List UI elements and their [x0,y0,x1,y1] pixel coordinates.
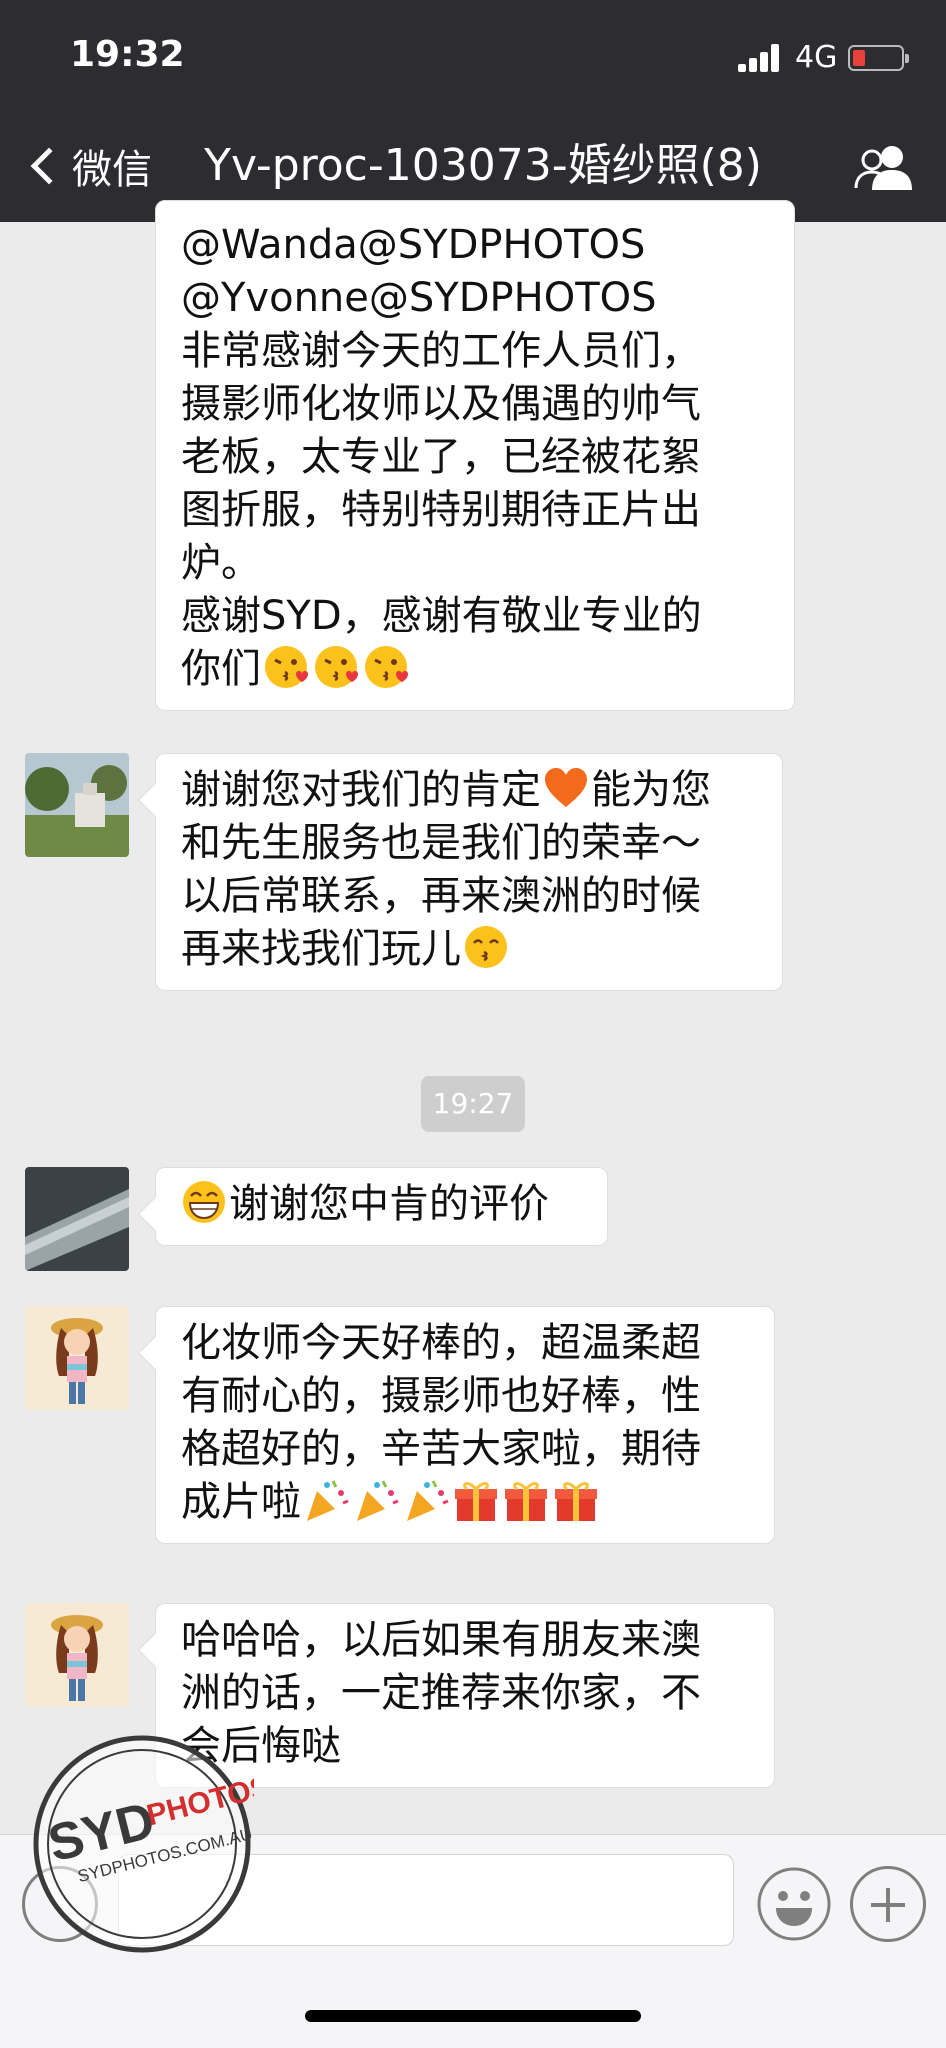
cartoon-girl-avatar [25,1306,129,1410]
network-type: 4G [795,40,838,75]
card-photo-avatar [25,1167,129,1271]
people-icon[interactable] [852,144,916,190]
message-line: @Wanda@SYDPHOTOS [181,222,646,268]
watermark-logo: SYD PHOTOS SYDPHOTOS.COM.AU [33,1735,254,1953]
chat-title: Yv-proc-103073-婚纱照(8) [204,140,762,191]
orange-heart-emoji-icon [545,768,587,807]
party-popper-emoji-icon [357,1480,399,1521]
message-line: 洲的话，一定推荐来你家，不 [181,1670,701,1716]
message-line: 有耐心的，摄影师也好棒，性 [181,1373,701,1419]
kiss-heart-emoji-icon [365,646,408,688]
status-time: 19:32 [70,34,185,75]
message-line: 和先生服务也是我们的荣幸～ [181,820,701,866]
message-line: 谢谢您中肯的评价 [229,1181,549,1227]
message-line: 炉。 [181,540,261,586]
kiss-heart-emoji-icon [265,646,308,688]
message-line: 摄影师化妆师以及偶遇的帅气 [181,381,701,427]
message-line: 格超好的，辛苦大家啦，期待 [181,1426,701,1472]
message-line: 以后常联系，再来澳洲的时候 [181,873,701,919]
party-popper-emoji-icon [307,1480,349,1521]
timestamp: 19:27 [421,1076,525,1132]
avatar[interactable] [25,1603,129,1707]
message-line: 感谢SYD，感谢有敬业专业的 [181,593,702,639]
emoji-button-icon[interactable] [756,1866,832,1942]
message-bubble[interactable]: 谢谢您中肯的评价 [138,1167,608,1246]
plus-button-icon[interactable] [850,1866,926,1942]
avatar[interactable] [25,1306,129,1410]
message-line: 再来找我们玩儿 [181,926,461,972]
message-line: 化妆师今天好棒的，超温柔超 [181,1320,701,1366]
message-bubble[interactable]: 化妆师今天好棒的，超温柔超 有耐心的，摄影师也好棒，性 格超好的，辛苦大家啦，期… [138,1306,775,1544]
message-line: 非常感谢今天的工作人员们， [181,328,701,374]
message-line: 谢谢您对我们的肯定 [181,767,541,813]
cartoon-girl-avatar [25,1603,129,1707]
signal-icon [738,44,780,72]
kissing-emoji-icon [465,926,507,968]
grin-emoji-icon [183,1181,225,1223]
message-line: 哈哈哈，以后如果有朋友来澳 [181,1617,701,1663]
home-indicator [305,2010,641,2022]
gift-emoji-icon [455,1482,497,1521]
garden-photo-avatar [25,753,129,857]
message-bubble[interactable]: 谢谢您对我们的肯定 能为您 和先生服务也是我们的荣幸～ 以后常联系，再来澳洲的时候… [138,753,783,991]
message-line: 能为您 [591,767,711,813]
message-line: @Yvonne@SYDPHOTOS [181,275,657,321]
message-line: 成片啦 [181,1479,301,1525]
battery-icon [848,45,909,71]
message-line: 会后悔哒 [181,1723,341,1769]
avatar[interactable] [25,753,129,857]
message-line: 你们 [181,646,261,692]
party-popper-emoji-icon [407,1480,449,1521]
kiss-heart-emoji-icon [315,646,358,688]
gift-emoji-icon [505,1482,547,1521]
gift-emoji-icon [555,1482,597,1521]
message-bubble[interactable]: @Wanda@SYDPHOTOS @Yvonne@SYDPHOTOS 非常感谢今… [155,200,795,711]
message-line: 老板，太专业了，已经被花絮 [181,434,701,480]
message-line: 图折服，特别特别期待正片出 [181,487,701,533]
avatar[interactable] [25,1167,129,1271]
